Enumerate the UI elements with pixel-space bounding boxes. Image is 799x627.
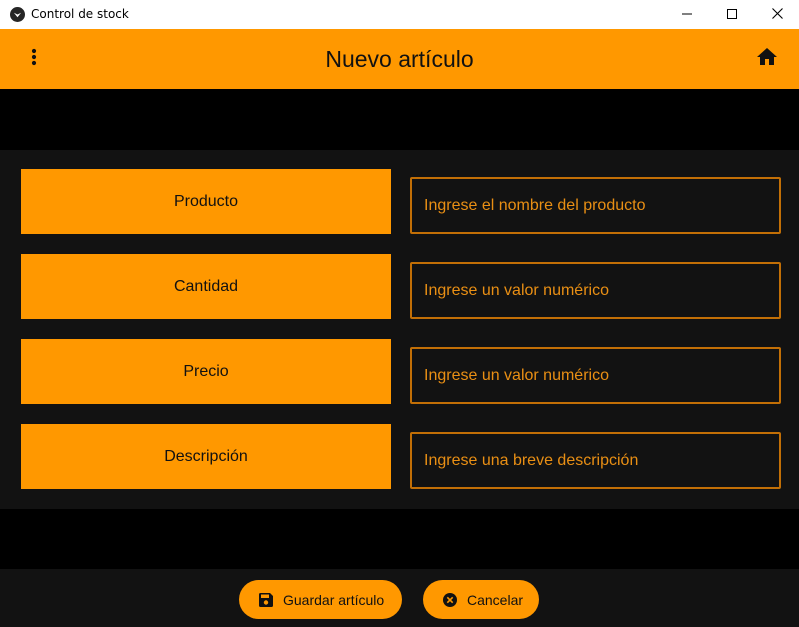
price-input[interactable] [410,347,781,404]
product-name-input[interactable] [410,177,781,234]
home-icon [757,48,777,70]
close-window-button[interactable] [754,0,799,29]
product-label: Producto [21,169,391,234]
minimize-button[interactable] [664,0,710,29]
save-article-label: Guardar artículo [283,591,385,608]
maximize-button[interactable] [709,0,755,29]
window-title: Control de stock [31,7,129,21]
maximize-icon [727,6,737,24]
cancel-label: Cancelar [467,591,524,608]
form-panel: Producto Cantidad Precio Descripción [0,150,799,509]
action-bar: Guardar artículo Cancelar [0,569,799,627]
price-label: Precio [21,339,391,404]
app-logo-icon [10,7,25,22]
close-circle-icon [443,592,457,607]
description-input[interactable] [410,432,781,489]
floppy-disk-icon [259,592,273,607]
minimize-icon [682,6,692,24]
app-window: Control de stock Nuevo artículo Producto… [0,0,799,627]
app-bar: Nuevo artículo [0,29,799,89]
quantity-input[interactable] [410,262,781,319]
home-button[interactable] [753,45,781,73]
cancel-button[interactable]: Cancelar [423,580,539,619]
description-label: Descripción [21,424,391,489]
save-article-button[interactable]: Guardar artículo [239,580,402,619]
page-title: Nuevo artículo [325,46,474,72]
close-icon [771,6,783,24]
window-titlebar: Control de stock [0,0,799,29]
quantity-label: Cantidad [21,254,391,319]
